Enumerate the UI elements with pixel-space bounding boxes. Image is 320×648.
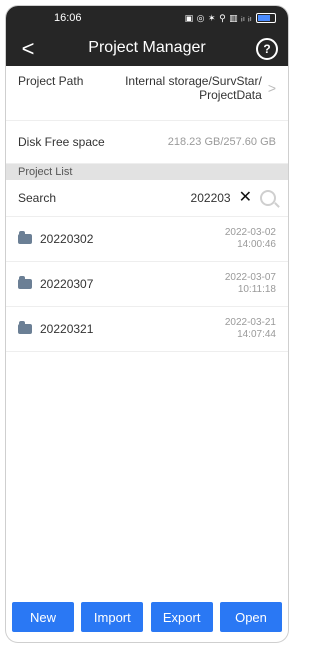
project-name: 20220302 xyxy=(40,232,94,246)
help-icon[interactable]: ? xyxy=(256,38,278,60)
folder-icon xyxy=(18,321,32,334)
open-button-label: Open xyxy=(235,609,267,625)
phone-frame: 16:06 ▣ ◎ ✶ ⚲ ▥ ᵢₗ ᵢₗ < Project Manager … xyxy=(6,6,288,642)
project-item[interactable]: 20220321 2022-03-21 14:07:44 xyxy=(6,307,288,352)
status-icons-text: ▣ ◎ ✶ ⚲ ▥ ᵢₗ ᵢₗ xyxy=(184,12,252,23)
project-time: 14:00:46 xyxy=(237,239,276,250)
back-icon[interactable]: < xyxy=(16,37,40,61)
project-item[interactable]: 20220307 2022-03-07 10:11:18 xyxy=(6,262,288,307)
project-datetime: 2022-03-07 10:11:18 xyxy=(225,272,276,296)
export-button[interactable]: Export xyxy=(150,602,213,632)
export-button-label: Export xyxy=(162,609,201,625)
project-list: 20220302 2022-03-02 14:00:46 20220307 20… xyxy=(6,217,288,352)
project-path-row[interactable]: Project Path Internal storage/SurvStar/ … xyxy=(6,66,288,121)
new-button[interactable]: New xyxy=(12,602,74,632)
project-datetime: 2022-03-02 14:00:46 xyxy=(225,227,276,251)
project-item[interactable]: 20220302 2022-03-02 14:00:46 xyxy=(6,217,288,262)
import-button-label: Import xyxy=(93,609,131,625)
project-date: 2022-03-07 xyxy=(224,272,276,283)
project-path-value-wrap: Internal storage/SurvStar/ ProjectData > xyxy=(125,74,276,102)
bottom-actions: New Import Export Open xyxy=(6,602,288,632)
disk-free-label: Disk Free space xyxy=(18,135,105,149)
battery-icon xyxy=(256,13,276,23)
project-time: 14:07:44 xyxy=(237,329,276,340)
project-item-left: 20220302 xyxy=(18,231,94,246)
chevron-right-icon: > xyxy=(267,80,276,96)
project-path-value-line1: Internal storage/SurvStar/ xyxy=(125,74,262,88)
disk-free-row: Disk Free space 218.23 GB/257.60 GB xyxy=(6,121,288,164)
folder-icon xyxy=(18,276,32,289)
project-datetime: 2022-03-21 14:07:44 xyxy=(225,317,276,341)
project-list-title: Project List xyxy=(18,166,73,178)
project-list-header: Project List xyxy=(6,164,288,180)
search-controls: 202203 ✕ xyxy=(191,190,276,206)
project-path-label: Project Path xyxy=(18,74,84,88)
project-time: 10:11:18 xyxy=(237,284,276,295)
top-app-bar: < Project Manager ? xyxy=(6,30,288,66)
project-path-value: Internal storage/SurvStar/ ProjectData xyxy=(125,74,262,102)
project-path-value-line2: ProjectData xyxy=(199,88,262,102)
import-button[interactable]: Import xyxy=(81,602,144,632)
project-name: 20220307 xyxy=(40,277,94,291)
project-item-left: 20220321 xyxy=(18,321,94,336)
project-date: 2022-03-02 xyxy=(224,227,276,238)
search-input[interactable]: 202203 xyxy=(191,191,231,205)
search-label: Search xyxy=(18,191,57,205)
help-glyph: ? xyxy=(263,42,271,56)
status-bar: 16:06 ▣ ◎ ✶ ⚲ ▥ ᵢₗ ᵢₗ xyxy=(6,6,288,30)
folder-icon xyxy=(18,231,32,244)
open-button[interactable]: Open xyxy=(219,602,282,632)
search-row[interactable]: Search 202203 ✕ xyxy=(6,180,288,217)
back-glyph: < xyxy=(21,36,35,61)
new-button-label: New xyxy=(29,609,56,625)
disk-free-value: 218.23 GB/257.60 GB xyxy=(167,136,276,148)
content: Project Path Internal storage/SurvStar/ … xyxy=(6,66,288,352)
status-icons: ▣ ◎ ✶ ⚲ ▥ ᵢₗ ᵢₗ xyxy=(185,13,276,24)
search-icon[interactable] xyxy=(260,190,276,206)
page-title: Project Manager xyxy=(88,39,206,56)
project-name: 20220321 xyxy=(40,322,94,336)
clear-icon[interactable]: ✕ xyxy=(239,190,252,206)
project-date: 2022-03-21 xyxy=(224,317,276,328)
status-time: 16:06 xyxy=(54,12,82,24)
project-item-left: 20220307 xyxy=(18,276,94,291)
